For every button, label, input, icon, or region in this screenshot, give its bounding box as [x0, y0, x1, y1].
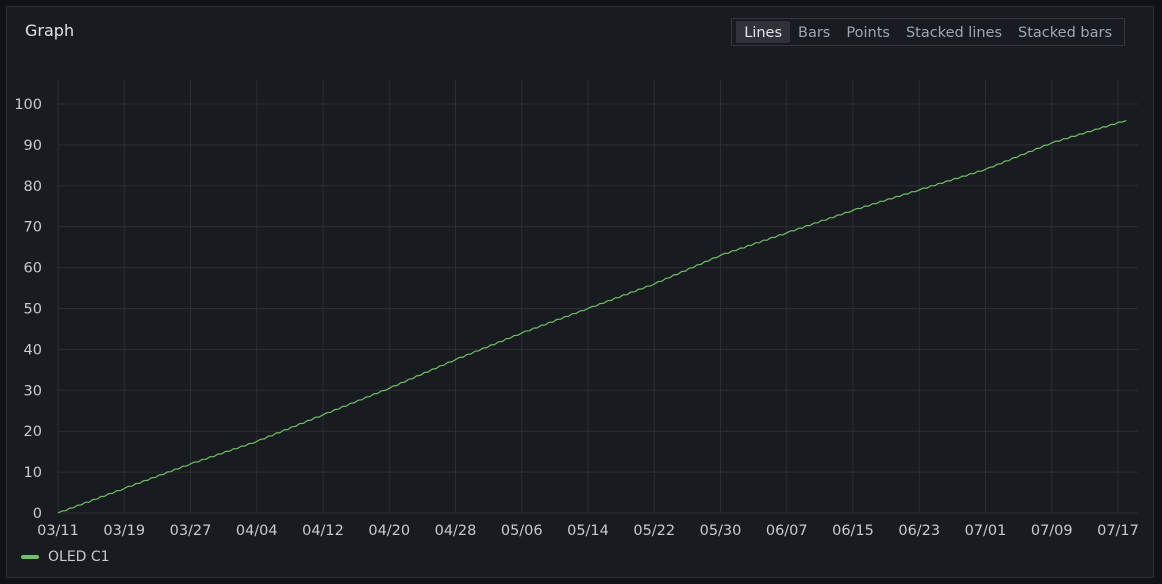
x-tick-label: 07/09 — [1031, 523, 1073, 539]
grid — [57, 80, 1138, 514]
y-tick-label: 10 — [24, 465, 42, 481]
x-tick-label: 04/12 — [302, 523, 344, 539]
x-axis: 03/11 03/19 03/27 04/04 04/12 04/20 04/28 05/06… — [37, 523, 1139, 539]
x-tick-label: 07/01 — [965, 523, 1007, 539]
series-layer — [57, 119, 1127, 514]
x-tick-label: 04/20 — [368, 523, 410, 539]
x-tick-label: 03/11 — [37, 523, 79, 539]
x-tick-label: 05/06 — [501, 523, 543, 539]
line-chart: 0 10 20 30 40 50 60 70 80 90 100 03/11 03/19 03/27 04… — [14, 80, 1139, 539]
y-tick-label: 20 — [24, 424, 42, 440]
y-tick-label: 50 — [24, 302, 42, 318]
y-axis: 0 10 20 30 40 50 60 70 80 90 100 — [14, 97, 42, 522]
y-tick-label: 90 — [24, 138, 42, 154]
x-tick-label: 03/19 — [103, 523, 145, 539]
series-line-oled-c1[interactable] — [57, 119, 1127, 514]
x-tick-label: 04/28 — [435, 523, 477, 539]
y-tick-label: 70 — [24, 220, 42, 236]
x-tick-label: 03/27 — [170, 523, 212, 539]
x-tick-label: 05/22 — [633, 523, 675, 539]
x-tick-label: 06/23 — [898, 523, 940, 539]
y-tick-label: 60 — [24, 261, 42, 277]
y-tick-label: 100 — [14, 97, 42, 113]
y-tick-label: 0 — [33, 506, 42, 522]
x-tick-label: 05/14 — [567, 523, 609, 539]
x-tick-label: 06/15 — [832, 523, 874, 539]
x-tick-label: 07/17 — [1097, 523, 1139, 539]
x-tick-label: 04/04 — [236, 523, 278, 539]
x-tick-label: 05/30 — [700, 523, 742, 539]
y-tick-label: 30 — [24, 383, 42, 399]
y-tick-label: 40 — [24, 342, 42, 358]
x-tick-label: 06/07 — [766, 523, 808, 539]
y-tick-label: 80 — [24, 179, 42, 195]
